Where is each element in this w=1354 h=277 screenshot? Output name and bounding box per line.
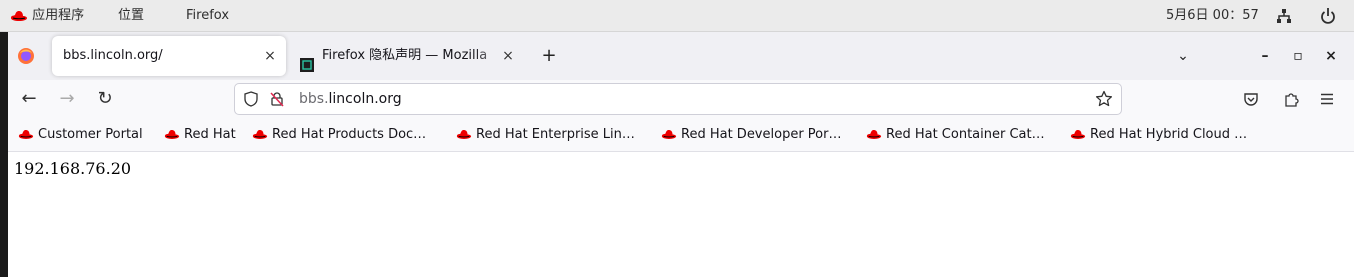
app-menu-button[interactable]	[1312, 84, 1342, 114]
redhat-icon	[456, 130, 472, 139]
clock[interactable]: 5月6日 00：57	[1166, 0, 1259, 32]
bookmark-item[interactable]: Red Hat Container Cat…	[866, 118, 1045, 152]
pocket-icon	[1244, 93, 1258, 106]
chevron-down-icon: ⌄	[1177, 48, 1189, 64]
page-text: 192.168.76.20	[14, 159, 132, 178]
url-text[interactable]: bbs.lincoln.org	[299, 84, 402, 114]
bookmark-label: Red Hat Hybrid Cloud …	[1090, 127, 1248, 142]
bookmark-item[interactable]: Red Hat Enterprise Lin…	[456, 118, 635, 152]
list-all-tabs-button[interactable]: ⌄	[1168, 36, 1198, 76]
active-app-menu[interactable]: Firefox	[186, 0, 229, 32]
applications-label: 应用程序	[32, 8, 85, 23]
bookmark-label: Red Hat Enterprise Lin…	[476, 127, 635, 142]
close-window-button[interactable]: ×	[1316, 36, 1346, 76]
arrow-right-icon: →	[59, 88, 75, 109]
bookmark-label: Red Hat Products Doc…	[272, 127, 427, 142]
mozilla-page-icon	[300, 49, 314, 72]
network-icon[interactable]	[1276, 8, 1292, 24]
tab-strip: bbs.lincoln.org/ × Firefox 隐私声明 — Mozill…	[8, 32, 1354, 80]
firefox-view-icon[interactable]	[16, 46, 36, 66]
bookmark-star-icon[interactable]	[1095, 90, 1113, 108]
forward-button[interactable]: →	[52, 84, 82, 114]
puzzle-icon	[1285, 93, 1299, 107]
redhat-icon	[661, 130, 677, 139]
url-domain: lincoln.org	[328, 91, 402, 107]
hamburger-icon	[1321, 93, 1333, 105]
redhat-icon	[252, 130, 268, 139]
tab-close-icon[interactable]: ×	[260, 36, 280, 76]
active-app-label: Firefox	[186, 8, 230, 23]
bookmark-item[interactable]: Red Hat Products Doc…	[252, 118, 426, 152]
firefox-window: bbs.lincoln.org/ × Firefox 隐私声明 — Mozill…	[8, 32, 1354, 277]
redhat-icon	[11, 10, 27, 21]
bookmark-item[interactable]: Red Hat Developer Por…	[661, 118, 841, 152]
bookmark-item[interactable]: Red Hat Hybrid Cloud …	[1070, 118, 1247, 152]
page-content: 192.168.76.20	[8, 152, 1354, 277]
reload-button[interactable]: ↻	[90, 84, 120, 114]
applications-menu[interactable]: 应用程序	[10, 0, 84, 32]
redhat-icon	[164, 130, 180, 139]
redhat-icon	[18, 130, 34, 139]
power-icon[interactable]	[1320, 7, 1336, 25]
insecure-lock-icon[interactable]	[269, 91, 285, 107]
url-subdomain: bbs.	[299, 91, 329, 107]
new-tab-button[interactable]: +	[534, 36, 564, 76]
extensions-button[interactable]	[1276, 84, 1306, 114]
system-top-bar: 应用程序 位置 Firefox 5月6日 00：57	[0, 0, 1354, 32]
shield-icon[interactable]	[243, 91, 259, 107]
redhat-icon	[866, 130, 882, 139]
bookmark-label: Red Hat Developer Por…	[681, 127, 842, 142]
places-label: 位置	[118, 8, 145, 23]
address-bar[interactable]: bbs.lincoln.org	[234, 83, 1122, 115]
reload-icon: ↻	[97, 88, 113, 109]
bookmarks-toolbar: Customer Portal Red Hat Red Hat Products…	[8, 118, 1354, 152]
bookmark-label: Red Hat Container Cat…	[886, 127, 1045, 142]
tab-bbs-lincoln[interactable]: bbs.lincoln.org/ ×	[52, 36, 286, 76]
bookmark-label: Customer Portal	[38, 127, 143, 142]
arrow-left-icon: ←	[21, 88, 37, 109]
minimize-button[interactable]: –	[1250, 36, 1280, 76]
navigation-toolbar: ← → ↻ bbs.lincoln.org	[8, 80, 1354, 118]
tab-title: Firefox 隐私声明 — Mozilla	[322, 48, 488, 63]
tab-close-icon[interactable]: ×	[498, 36, 518, 76]
maximize-button[interactable]: ▫	[1283, 36, 1313, 76]
redhat-icon	[1070, 130, 1086, 139]
bookmark-item[interactable]: Red Hat	[164, 118, 236, 152]
bookmark-label: Red Hat	[184, 127, 236, 142]
pocket-button[interactable]	[1236, 84, 1266, 114]
back-button[interactable]: ←	[14, 84, 44, 114]
tab-firefox-privacy[interactable]: Firefox 隐私声明 — Mozilla ×	[292, 36, 524, 76]
places-menu[interactable]: 位置	[118, 0, 144, 32]
clock-label: 5月6日 00：57	[1166, 8, 1259, 23]
tab-title: bbs.lincoln.org/	[63, 48, 163, 63]
bookmark-item[interactable]: Customer Portal	[18, 118, 143, 152]
